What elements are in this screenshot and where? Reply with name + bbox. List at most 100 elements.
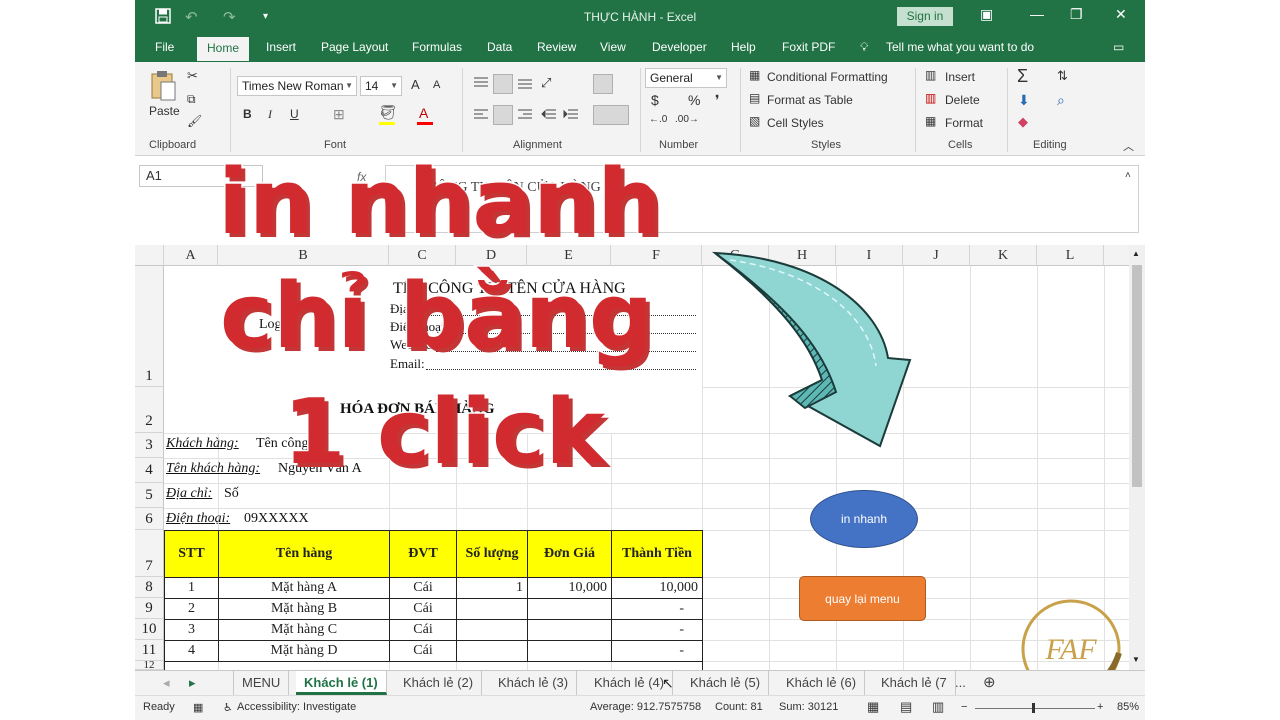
normal-view-icon[interactable]: ▦: [867, 699, 879, 715]
page-layout-view-icon[interactable]: ▤: [900, 699, 912, 715]
status-accessibility[interactable]: Accessibility: Investigate: [237, 701, 356, 713]
orientation-icon[interactable]: ⤢: [541, 75, 551, 91]
currency-button[interactable]: $: [651, 92, 659, 108]
zoom-level[interactable]: 85%: [1117, 701, 1139, 713]
increase-indent-icon[interactable]: [563, 108, 579, 125]
row-header-5[interactable]: 5: [135, 483, 164, 508]
sheet-tab-khach-le-3[interactable]: Khách lẻ (3): [490, 671, 578, 695]
scroll-down-icon[interactable]: ▼: [1132, 655, 1140, 664]
cell-styles-icon[interactable]: ▧: [749, 114, 760, 128]
tab-scroll-right-icon[interactable]: ▸: [181, 671, 204, 695]
italic-button[interactable]: I: [268, 107, 272, 122]
clear-icon[interactable]: ◆: [1018, 114, 1028, 130]
cut-icon[interactable]: ✂: [187, 68, 198, 84]
print-quick-button[interactable]: in nhanh: [810, 490, 918, 548]
align-right-icon[interactable]: [517, 108, 533, 125]
customize-qat-icon[interactable]: ▾: [263, 11, 268, 22]
tell-me-search[interactable]: Tell me what you want to do: [886, 40, 1034, 54]
restore-icon[interactable]: ❐: [1070, 6, 1083, 23]
insert-cells-icon[interactable]: ▥: [925, 68, 936, 82]
sheet-tab-khach-le-2[interactable]: Khách lẻ (2): [395, 671, 483, 695]
column-header-k[interactable]: K: [970, 245, 1037, 266]
close-icon[interactable]: ✕: [1115, 6, 1127, 23]
number-format-combo[interactable]: General ▼: [645, 68, 727, 88]
decrease-decimal-icon[interactable]: .00→: [675, 114, 699, 125]
scroll-thumb[interactable]: [1132, 265, 1142, 487]
column-header-a[interactable]: A: [164, 245, 218, 266]
scroll-up-icon[interactable]: ▲: [1132, 249, 1140, 258]
zoom-in-icon[interactable]: +: [1097, 701, 1103, 713]
tab-view[interactable]: View: [600, 40, 626, 54]
comma-button[interactable]: ❜: [715, 92, 720, 109]
tab-insert[interactable]: Insert: [266, 40, 296, 54]
conditional-formatting-button[interactable]: Conditional Formatting: [767, 70, 888, 84]
format-as-table-icon[interactable]: ▤: [749, 91, 760, 105]
row-header-6[interactable]: 6: [135, 508, 164, 530]
sheet-tab-khach-le-7[interactable]: Khách lẻ (7: [873, 671, 956, 695]
macro-record-icon[interactable]: ▦: [193, 701, 203, 714]
comments-icon[interactable]: ▭: [1113, 40, 1124, 54]
column-header-l[interactable]: L: [1037, 245, 1104, 266]
format-cells-icon[interactable]: ▦: [925, 114, 936, 128]
back-to-menu-button[interactable]: quay lại menu: [799, 576, 926, 621]
save-icon[interactable]: [155, 8, 171, 28]
find-select-icon[interactable]: ⌕: [1057, 92, 1065, 109]
percent-button[interactable]: %: [688, 92, 700, 108]
zoom-slider[interactable]: [975, 708, 1095, 709]
row-header-10[interactable]: 10: [135, 619, 164, 640]
sort-filter-icon[interactable]: ⇅: [1057, 68, 1068, 84]
align-center-icon[interactable]: [493, 105, 513, 125]
align-top-icon[interactable]: [473, 76, 489, 93]
font-color-icon[interactable]: A: [419, 105, 428, 121]
minimize-icon[interactable]: —: [1030, 6, 1044, 22]
sheet-tab-khach-le-5[interactable]: Khách lẻ (5): [682, 671, 770, 695]
redo-icon[interactable]: ↷: [223, 8, 236, 26]
vertical-scrollbar[interactable]: ▲ ▼: [1129, 245, 1145, 670]
fill-icon[interactable]: ⬇: [1018, 92, 1030, 109]
decrease-indent-icon[interactable]: [541, 108, 557, 125]
tab-review[interactable]: Review: [537, 40, 576, 54]
tab-help[interactable]: Help: [731, 40, 756, 54]
expand-formula-bar-icon[interactable]: ˄: [1125, 170, 1131, 181]
paste-button[interactable]: Paste: [149, 104, 180, 118]
tab-data[interactable]: Data: [487, 40, 512, 54]
tab-foxit-pdf[interactable]: Foxit PDF: [782, 40, 835, 54]
autosum-icon[interactable]: Σ: [1017, 66, 1028, 87]
sheet-tab-khach-le-6[interactable]: Khách lẻ (6): [778, 671, 866, 695]
row-header-11[interactable]: 11: [135, 640, 164, 661]
increase-font-icon[interactable]: A: [411, 77, 420, 92]
underline-button[interactable]: U: [290, 107, 299, 121]
decrease-font-icon[interactable]: A: [433, 79, 440, 91]
bold-button[interactable]: B: [243, 107, 252, 121]
select-all-corner[interactable]: [135, 245, 164, 266]
row-header-3[interactable]: 3: [135, 433, 164, 458]
delete-cells-button[interactable]: Delete: [945, 93, 980, 107]
collapse-ribbon-icon[interactable]: ︿: [1123, 138, 1134, 154]
zoom-slider-thumb[interactable]: [1032, 703, 1035, 713]
align-bottom-icon[interactable]: [517, 76, 533, 93]
sign-in-button[interactable]: Sign in: [897, 7, 953, 26]
page-break-view-icon[interactable]: ▥: [932, 699, 944, 715]
row-header-8[interactable]: 8: [135, 577, 164, 598]
delete-cells-icon[interactable]: ▥: [925, 91, 936, 105]
merge-center-icon[interactable]: [593, 105, 629, 125]
row-header-4[interactable]: 4: [135, 458, 164, 483]
row-header-9[interactable]: 9: [135, 598, 164, 619]
row-header-1[interactable]: 1: [135, 266, 164, 387]
tab-formulas[interactable]: Formulas: [412, 40, 462, 54]
font-size-combo[interactable]: 14 ▼: [360, 76, 402, 96]
cell-styles-button[interactable]: Cell Styles: [767, 116, 824, 130]
undo-icon[interactable]: ↶: [185, 8, 198, 26]
format-cells-button[interactable]: Format: [945, 116, 983, 130]
copy-icon[interactable]: ⧉: [187, 92, 196, 107]
paste-icon[interactable]: [149, 70, 177, 101]
align-middle-icon[interactable]: [493, 74, 513, 94]
fill-color-icon[interactable]: 🪣︎: [379, 104, 397, 121]
align-left-icon[interactable]: [473, 108, 489, 125]
insert-cells-button[interactable]: Insert: [945, 70, 975, 84]
conditional-formatting-icon[interactable]: ▦: [749, 68, 760, 82]
tab-developer[interactable]: Developer: [652, 40, 707, 54]
add-sheet-icon[interactable]: ⊕: [975, 671, 1004, 695]
more-sheets-button[interactable]: ...: [947, 671, 974, 695]
borders-icon[interactable]: ⊞: [333, 106, 345, 123]
